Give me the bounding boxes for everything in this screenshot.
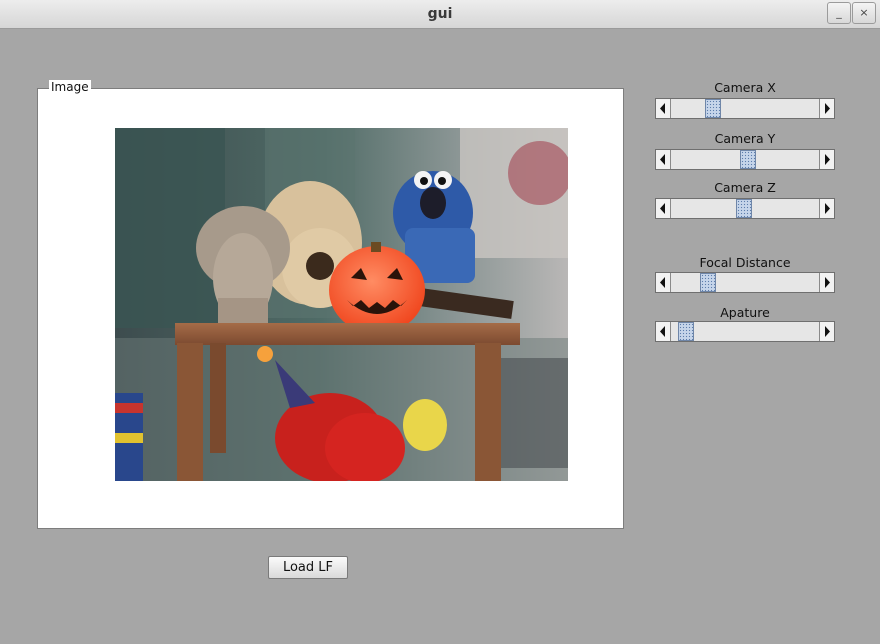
left-arrow-icon[interactable]	[656, 322, 671, 341]
slider-track[interactable]	[671, 199, 819, 218]
camera-x-slider[interactable]	[655, 98, 835, 119]
slider-track[interactable]	[671, 150, 819, 169]
right-arrow-icon[interactable]	[819, 99, 834, 118]
left-arrow-icon[interactable]	[656, 99, 671, 118]
camera-y-slider[interactable]	[655, 149, 835, 170]
slider-track[interactable]	[671, 273, 819, 292]
light-field-image	[115, 128, 568, 481]
slider-thumb[interactable]	[740, 150, 756, 169]
window-title: gui	[427, 6, 453, 22]
scene-picture	[115, 128, 568, 481]
right-arrow-icon[interactable]	[819, 322, 834, 341]
right-arrow-icon[interactable]	[819, 273, 834, 292]
right-arrow-icon[interactable]	[819, 199, 834, 218]
apature-slider[interactable]	[655, 321, 835, 342]
app-window: gui _ × Image Load LF Camera X Camera Y …	[0, 0, 880, 644]
left-arrow-icon[interactable]	[656, 150, 671, 169]
left-arrow-icon[interactable]	[656, 273, 671, 292]
focal-distance-label: Focal Distance	[699, 255, 791, 270]
camera-y-label: Camera Y	[714, 131, 776, 146]
minimize-button[interactable]: _	[827, 2, 851, 24]
image-panel-label: Image	[49, 80, 91, 94]
left-arrow-icon[interactable]	[656, 199, 671, 218]
close-button[interactable]: ×	[852, 2, 876, 24]
slider-thumb[interactable]	[736, 199, 752, 218]
right-arrow-icon[interactable]	[819, 150, 834, 169]
slider-track[interactable]	[671, 322, 819, 341]
slider-thumb[interactable]	[678, 322, 694, 341]
title-bar[interactable]: gui _ ×	[0, 0, 880, 29]
focal-distance-slider[interactable]	[655, 272, 835, 293]
slider-thumb[interactable]	[705, 99, 721, 118]
slider-thumb[interactable]	[700, 273, 716, 292]
camera-z-label: Camera Z	[714, 180, 776, 195]
slider-track[interactable]	[671, 99, 819, 118]
camera-x-label: Camera X	[714, 80, 776, 95]
apature-label: Apature	[720, 305, 770, 320]
load-lf-button[interactable]: Load LF	[268, 556, 348, 579]
camera-z-slider[interactable]	[655, 198, 835, 219]
